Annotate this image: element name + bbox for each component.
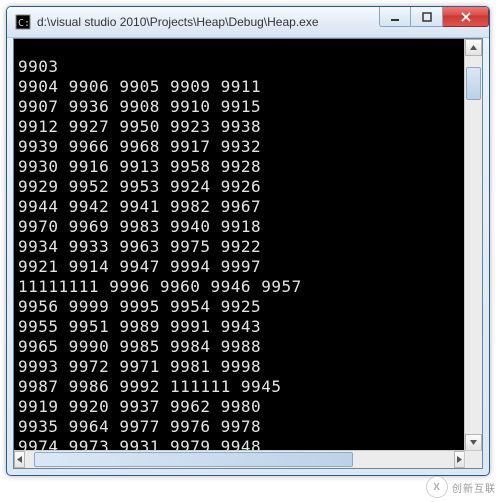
console-client-area: 9903 9904 9906 9905 9909 9911 9907 9936 …	[13, 38, 483, 469]
watermark-text: 创新互联	[452, 480, 496, 495]
scrollbar-corner	[464, 450, 482, 468]
window-controls	[379, 7, 489, 37]
horizontal-scroll-thumb[interactable]	[34, 452, 353, 467]
scroll-down-button[interactable]	[465, 434, 482, 451]
svg-text:C:: C:	[18, 18, 30, 29]
app-icon: C:	[15, 14, 31, 30]
scroll-up-button[interactable]	[465, 39, 482, 56]
vertical-scroll-thumb[interactable]	[466, 67, 481, 99]
vertical-scrollbar[interactable]	[464, 39, 482, 451]
close-button[interactable]	[443, 7, 489, 27]
titlebar[interactable]: C: d:\visual studio 2010\Projects\Heap\D…	[7, 7, 489, 38]
console-output: 9903 9904 9906 9905 9909 9911 9907 9936 …	[14, 55, 482, 469]
app-window: C: d:\visual studio 2010\Projects\Heap\D…	[6, 6, 490, 476]
window-title: d:\visual studio 2010\Projects\Heap\Debu…	[37, 15, 379, 29]
maximize-button[interactable]	[411, 7, 443, 27]
watermark-logo: X	[426, 476, 448, 498]
vertical-scroll-track[interactable]	[465, 56, 482, 434]
watermark: X 创新互联	[426, 476, 496, 498]
horizontal-scroll-track[interactable]	[25, 451, 454, 468]
scroll-left-button[interactable]	[14, 451, 25, 468]
minimize-button[interactable]	[379, 7, 411, 27]
horizontal-scrollbar[interactable]	[14, 450, 465, 468]
